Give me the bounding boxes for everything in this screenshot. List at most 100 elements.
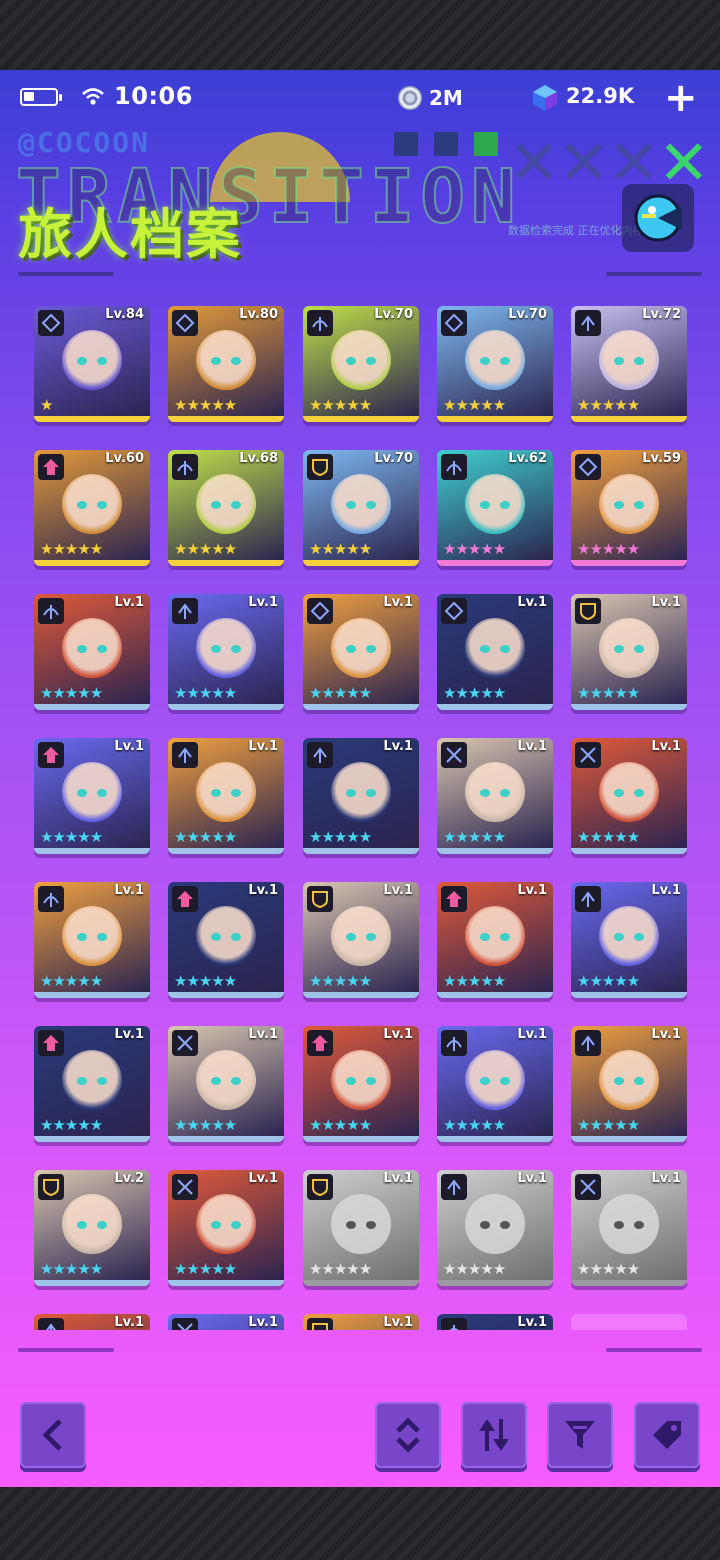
rarity-bar	[571, 416, 687, 422]
star-rating: ★★★★★	[443, 828, 506, 846]
star-rating: ★★★★★	[443, 540, 506, 558]
character-level: Lv.1	[114, 883, 144, 898]
character-card[interactable]: Lv.1 ★★★★★	[168, 882, 284, 998]
character-card[interactable]: Lv.70 ★★★★★	[303, 306, 419, 422]
rarity-bar	[437, 848, 553, 854]
rarity-bar	[34, 992, 150, 998]
character-card[interactable]: Lv.1	[34, 1314, 150, 1330]
character-level: Lv.1	[383, 1027, 413, 1042]
character-card[interactable]: Lv.1 ★★★★★	[303, 1026, 419, 1142]
character-card[interactable]: Lv.1 ★★★★★	[168, 594, 284, 710]
character-card[interactable]: Lv.2 ★★★★★	[34, 1170, 150, 1286]
filter-button[interactable]	[547, 1402, 613, 1468]
arrow-icon	[307, 742, 333, 768]
character-card[interactable]: Lv.68 ★★★★★	[168, 450, 284, 566]
character-level: Lv.1	[517, 883, 547, 898]
character-eyes	[614, 501, 644, 509]
star-rating: ★★★★★	[309, 828, 372, 846]
swap-sort-button[interactable]	[461, 1402, 527, 1468]
character-card[interactable]: Lv.1	[168, 1314, 284, 1330]
character-card[interactable]: Lv.1 ★★★★★	[303, 738, 419, 854]
character-card[interactable]: Lv.70 ★★★★★	[303, 450, 419, 566]
character-card[interactable]: Lv.72 ★★★★★	[571, 306, 687, 422]
empty-slot	[571, 1314, 687, 1330]
top-bezel	[0, 0, 720, 70]
character-level: Lv.1	[517, 595, 547, 610]
bottom-bezel	[0, 1487, 720, 1560]
star-rating: ★★★★★	[309, 972, 372, 990]
star-rating: ★★★★★	[443, 684, 506, 702]
character-card[interactable]: Lv.1 ★★★★★	[303, 594, 419, 710]
character-card[interactable]: Lv.1 ★★★★★	[571, 594, 687, 710]
character-card[interactable]: Lv.1 ★★★★★	[168, 1170, 284, 1286]
character-eyes	[211, 789, 241, 797]
character-eyes	[614, 789, 644, 797]
character-level: Lv.1	[248, 883, 278, 898]
character-level: Lv.62	[508, 451, 547, 466]
character-card[interactable]: Lv.62 ★★★★★	[437, 450, 553, 566]
character-card[interactable]: Lv.1 ★★★★★	[571, 1026, 687, 1142]
character-level: Lv.1	[383, 883, 413, 898]
character-level: Lv.1	[651, 739, 681, 754]
game-screen: 10:06 2M 22.9K + @COCOON TRANSITION ✕✕✕✕…	[0, 70, 720, 1487]
character-level: Lv.1	[517, 739, 547, 754]
character-eyes	[346, 1221, 376, 1229]
sort-order-button[interactable]	[375, 1402, 441, 1468]
character-card[interactable]: Lv.1 ★★★★★	[168, 738, 284, 854]
character-card[interactable]: Lv.1 ★★★★★	[34, 882, 150, 998]
star-rating: ★★★★★	[309, 540, 372, 558]
character-card[interactable]: Lv.1 ★★★★★	[34, 738, 150, 854]
back-button[interactable]	[20, 1402, 86, 1468]
character-level: Lv.72	[642, 307, 681, 322]
character-card[interactable]: Lv.1 ★★★★★	[168, 1026, 284, 1142]
character-card[interactable]: Lv.1 ★★★★★	[437, 738, 553, 854]
list-bottom-divider	[18, 1348, 702, 1352]
character-eyes	[346, 789, 376, 797]
star-rating: ★★★★★	[443, 1116, 506, 1134]
character-card[interactable]: Lv.59 ★★★★★	[571, 450, 687, 566]
character-eyes	[480, 789, 510, 797]
character-card[interactable]: Lv.70 ★★★★★	[437, 306, 553, 422]
rarity-bar	[571, 848, 687, 854]
character-card[interactable]: Lv.1 ★★★★★	[437, 594, 553, 710]
character-card[interactable]: Lv.84 ★	[34, 306, 150, 422]
character-level: Lv.1	[248, 1027, 278, 1042]
house-icon	[172, 886, 198, 912]
star-rating: ★★★★★	[40, 540, 103, 558]
rarity-bar	[168, 1136, 284, 1142]
character-card[interactable]: Lv.1 ★★★★★	[303, 882, 419, 998]
star-rating: ★★★★★	[309, 684, 372, 702]
star-rating: ★★★★★	[174, 972, 237, 990]
character-card[interactable]: Lv.1 ★★★★★	[34, 594, 150, 710]
bow-icon	[441, 1030, 467, 1056]
character-grid: Lv.84 ★ Lv.80 ★★★★★ Lv.70 ★★★★★ Lv.70 ★★★★★ Lv.7…	[0, 70, 720, 1330]
character-level: Lv.70	[508, 307, 547, 322]
character-eyes	[77, 1221, 107, 1229]
character-card[interactable]: Lv.1 ★★★★★	[34, 1026, 150, 1142]
character-level: Lv.1	[248, 1315, 278, 1330]
swords-icon	[441, 742, 467, 768]
character-card[interactable]: Lv.1 ★★★★★	[571, 882, 687, 998]
rarity-bar	[571, 704, 687, 710]
tag-button[interactable]	[634, 1402, 700, 1468]
swords-icon	[575, 1174, 601, 1200]
character-card[interactable]: Lv.1 ★★★★★	[303, 1170, 419, 1286]
character-eyes	[211, 1221, 241, 1229]
rarity-bar	[571, 1136, 687, 1142]
bow-icon	[307, 310, 333, 336]
character-card[interactable]: Lv.1 ★★★★★	[437, 882, 553, 998]
character-card[interactable]: Lv.1	[303, 1314, 419, 1330]
character-card[interactable]: Lv.80 ★★★★★	[168, 306, 284, 422]
character-card[interactable]: Lv.1 ★★★★★	[437, 1170, 553, 1286]
character-card[interactable]: Lv.1 ★★★★★	[571, 738, 687, 854]
rarity-bar	[303, 992, 419, 998]
shield-icon	[575, 598, 601, 624]
diamond-icon	[172, 310, 198, 336]
character-card[interactable]: Lv.1 ★★★★★	[571, 1170, 687, 1286]
character-card[interactable]: Lv.1	[437, 1314, 553, 1330]
star-rating: ★★★★★	[309, 1116, 372, 1134]
character-card[interactable]: Lv.1 ★★★★★	[437, 1026, 553, 1142]
character-card[interactable]: Lv.60 ★★★★★	[34, 450, 150, 566]
character-level: Lv.1	[383, 595, 413, 610]
star-rating: ★★★★★	[443, 972, 506, 990]
